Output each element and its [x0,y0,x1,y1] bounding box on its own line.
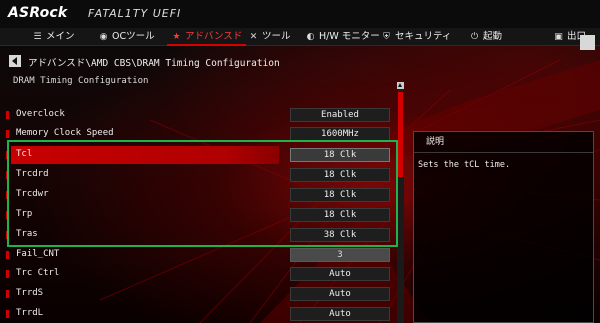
tab-tool[interactable]: ✕ ツール [248,28,291,46]
tab-security[interactable]: ⛨ セキュリティ [381,28,451,46]
breadcrumb-path: アドバンスド\AMD CBS\DRAM Timing Configuration [28,58,280,69]
description-panel: 説明 Sets the tCL time. [413,131,594,323]
tab-main[interactable]: ☰ メイン [32,28,75,46]
setting-label: Memory Clock Speed [16,128,114,138]
tab-label: ツール [262,31,291,42]
tab-label: セキュリティ [395,31,452,42]
list-icon: ☰ [33,32,42,42]
setting-value[interactable]: Enabled [290,108,390,122]
tab-boot[interactable]: ⏻ 起動 [469,28,502,46]
description-text: Sets the tCL time. [418,160,511,170]
row-marker [6,111,9,119]
tab-label: OCツール [112,31,155,42]
setting-label: Trc Ctrl [16,268,60,278]
tab-advanced[interactable]: ★ アドバンスド [166,28,247,46]
top-bar: ASRock FATAL1TY UEFI [0,0,600,28]
star-icon: ★ [172,32,181,42]
tab-label: 起動 [483,31,503,42]
tab-label: メイン [46,31,75,42]
setting-value[interactable]: Auto [290,267,390,281]
favorites-button[interactable] [580,35,595,50]
setting-label: TrrdS [16,288,44,298]
row-marker [6,251,9,259]
setting-value[interactable]: Auto [290,287,390,301]
row-marker [6,130,9,138]
product-name: FATAL1TY UEFI [88,7,182,20]
description-title: 説明 [414,132,593,153]
setting-label: Overclock [16,109,65,119]
oc-icon: ◉ [99,32,108,42]
power-icon: ⏻ [470,32,479,42]
scroll-up-arrow-icon[interactable] [397,82,404,89]
row-marker [6,270,9,278]
page-title: DRAM Timing Configuration [13,76,149,86]
tab-hw-monitor[interactable]: ◐ H/W モニター [305,28,380,46]
shield-icon: ⛨ [383,32,390,42]
monitor-icon: ◐ [306,32,315,42]
row-marker [6,290,9,298]
scrollbar[interactable] [397,82,404,323]
tab-oc-tweaker[interactable]: ◉ OCツール [98,28,155,46]
setting-label: Fail_CNT [16,249,60,259]
setting-value[interactable]: Auto [290,307,390,321]
exit-icon: ▣ [554,32,563,42]
brand-logo: ASRock [8,5,68,21]
setting-value: 3 [290,248,390,262]
tab-label: H/W モニター [319,31,380,42]
setting-label: TrrdL [16,308,44,318]
tab-label: アドバンスド [185,31,243,42]
tab-bar: ☰ メイン ◉ OCツール ★ アドバンスド ✕ ツール ◐ H/W モニター ⛨ セキュリ… [0,28,600,46]
highlight-annotation-box [7,140,398,247]
back-arrow-icon[interactable] [9,55,21,67]
row-marker [6,310,9,318]
setting-overclock[interactable]: Overclock Enabled [0,106,395,124]
setting-fail-cnt: Fail_CNT 3 [0,246,395,264]
tools-icon: ✕ [249,32,258,42]
setting-value[interactable]: 1600MHz [290,127,390,141]
setting-trc-ctrl[interactable]: Trc Ctrl Auto [0,265,395,283]
scrollbar-thumb[interactable] [398,92,403,177]
setting-trrdl[interactable]: TrrdL Auto [0,305,395,323]
setting-trrds[interactable]: TrrdS Auto [0,285,395,303]
